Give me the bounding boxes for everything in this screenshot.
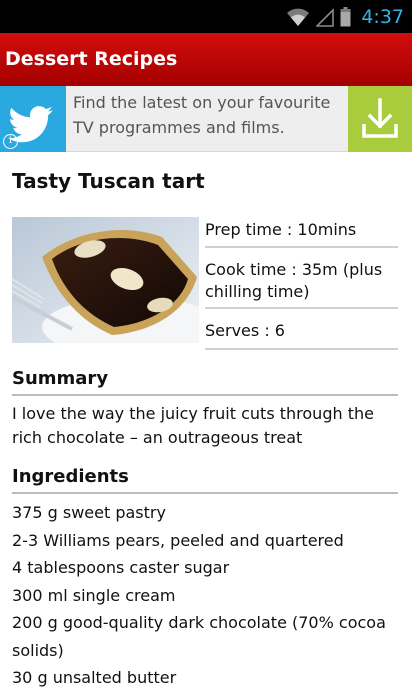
divider: [205, 307, 398, 309]
info-icon[interactable]: i: [3, 134, 18, 149]
wifi-icon: [287, 8, 310, 26]
signal-icon: [316, 7, 335, 27]
divider: [205, 246, 398, 248]
app-title: Dessert Recipes: [5, 48, 178, 70]
divider: [205, 348, 398, 350]
list-item: 2-3 Williams pears, peeled and quartered: [12, 530, 344, 550]
serves: Serves : 6: [205, 321, 285, 340]
download-button[interactable]: [348, 86, 412, 152]
recipe-title: Tasty Tuscan tart: [12, 169, 205, 193]
download-icon: [362, 98, 398, 138]
twitter-bird-icon[interactable]: i: [0, 86, 66, 152]
app-bar: Dessert Recipes: [0, 33, 412, 86]
summary-heading: Summary: [12, 368, 109, 389]
cook-time: Cook time : 35m (plus chilling time): [205, 260, 383, 301]
status-time: 4:37: [361, 5, 404, 28]
list-item: 375 g sweet pastry: [12, 503, 166, 522]
prep-time: Prep time : 10mins: [205, 220, 357, 239]
ingredients-list: 375 g sweet pastry 2-3 Williams pears, p…: [12, 499, 402, 687]
summary-text: I love the way the juicy fruit cuts thro…: [12, 404, 374, 447]
list-item: 200 g good-quality dark chocolate (70% c…: [12, 613, 386, 660]
battery-icon: [340, 6, 351, 26]
recipe-image: [12, 217, 199, 343]
ad-banner[interactable]: i Find the latest on your favourite TV p…: [0, 86, 412, 152]
status-icons: 4:37: [286, 0, 404, 33]
ingredients-heading: Ingredients: [12, 466, 129, 487]
ad-text[interactable]: Find the latest on your favourite TV pro…: [73, 90, 348, 140]
status-bar: 4:37: [0, 0, 412, 33]
list-item: 30 g unsalted butter: [12, 668, 177, 687]
divider: [12, 492, 398, 494]
divider: [12, 394, 398, 396]
list-item: 300 ml single cream: [12, 585, 176, 605]
list-item: 4 tablespoons caster sugar: [12, 558, 230, 577]
